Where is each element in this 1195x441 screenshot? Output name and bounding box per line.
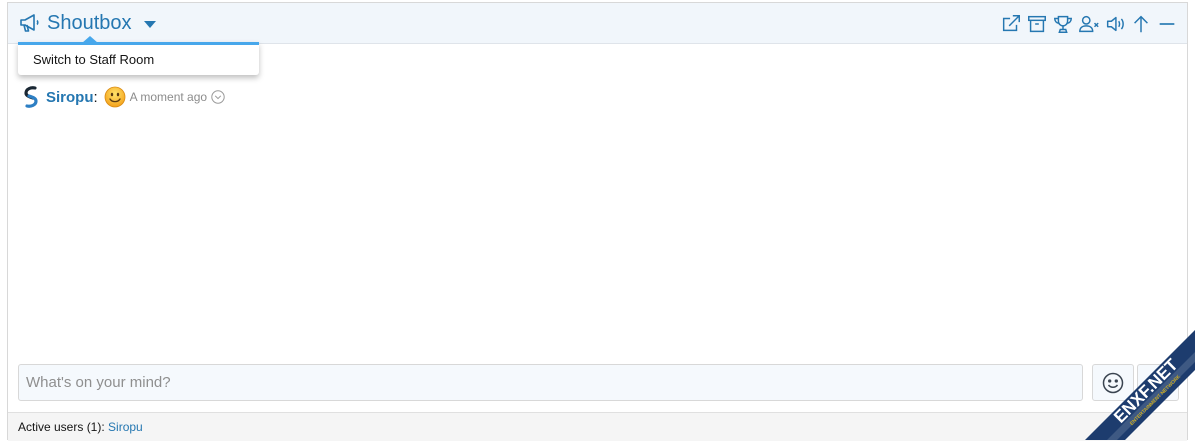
message-username[interactable]: Siropu (46, 89, 94, 106)
menu-item-switch-staff-room[interactable]: Switch to Staff Room (18, 45, 259, 74)
active-user-link[interactable]: Siropu (108, 420, 143, 434)
megaphone-icon (18, 11, 42, 35)
smiley-icon (104, 86, 126, 108)
messages-list: Siropu : A moment ago (8, 45, 1187, 363)
shoutbox-panel: Shoutbox Switch to Staff Room Siropu: A… (7, 2, 1188, 441)
archive-icon[interactable] (1025, 12, 1049, 36)
message-row: Siropu : A moment ago (22, 85, 225, 109)
message-options-chevron-icon[interactable] (211, 90, 225, 104)
message-timestamp: A moment ago (129, 90, 208, 104)
sound-icon[interactable] (1103, 12, 1127, 36)
shoutbox-header: Shoutbox (8, 3, 1187, 44)
user-mute-icon[interactable] (1077, 12, 1101, 36)
room-dropdown-menu: Switch to Staff Room (18, 42, 259, 75)
minimize-icon[interactable] (1155, 12, 1179, 36)
enxf-watermark-logo: ENXF.NET ENTERTAINMENT NETWORK (1055, 300, 1195, 440)
composer (18, 364, 1180, 402)
shout-input[interactable] (18, 364, 1083, 401)
trophy-icon[interactable] (1051, 12, 1075, 36)
active-users-bar: Active users (1): Siropu (8, 412, 1187, 441)
shoutbox-title: Shoutbox (47, 12, 132, 34)
message-colon: : (93, 88, 98, 106)
popout-icon[interactable] (999, 12, 1023, 36)
arrow-up-icon[interactable] (1129, 12, 1153, 36)
active-users-label: Active users (1): (18, 420, 109, 434)
menu-pointer (82, 36, 98, 43)
shoutbox-title-toggle[interactable]: Shoutbox (18, 11, 156, 35)
caret-down-icon (143, 20, 156, 28)
header-toolbar (997, 12, 1179, 36)
siropu-logo-icon[interactable] (22, 86, 40, 108)
